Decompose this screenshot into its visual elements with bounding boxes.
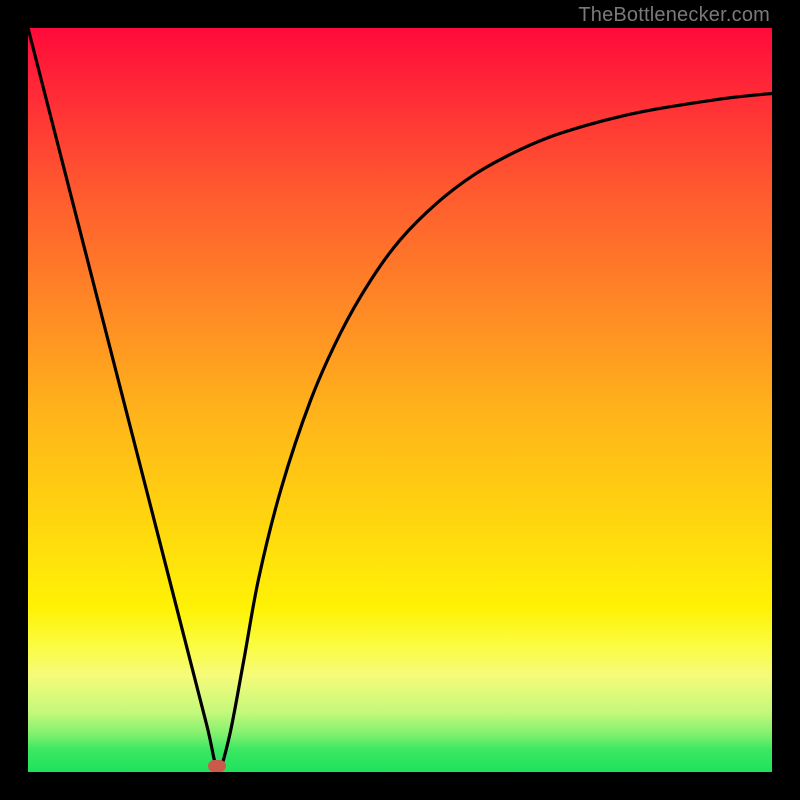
- plot-frame: [28, 28, 772, 772]
- credit-text: TheBottlenecker.com: [578, 4, 770, 27]
- optimal-point-marker: [208, 760, 226, 772]
- bottleneck-curve: [28, 28, 772, 772]
